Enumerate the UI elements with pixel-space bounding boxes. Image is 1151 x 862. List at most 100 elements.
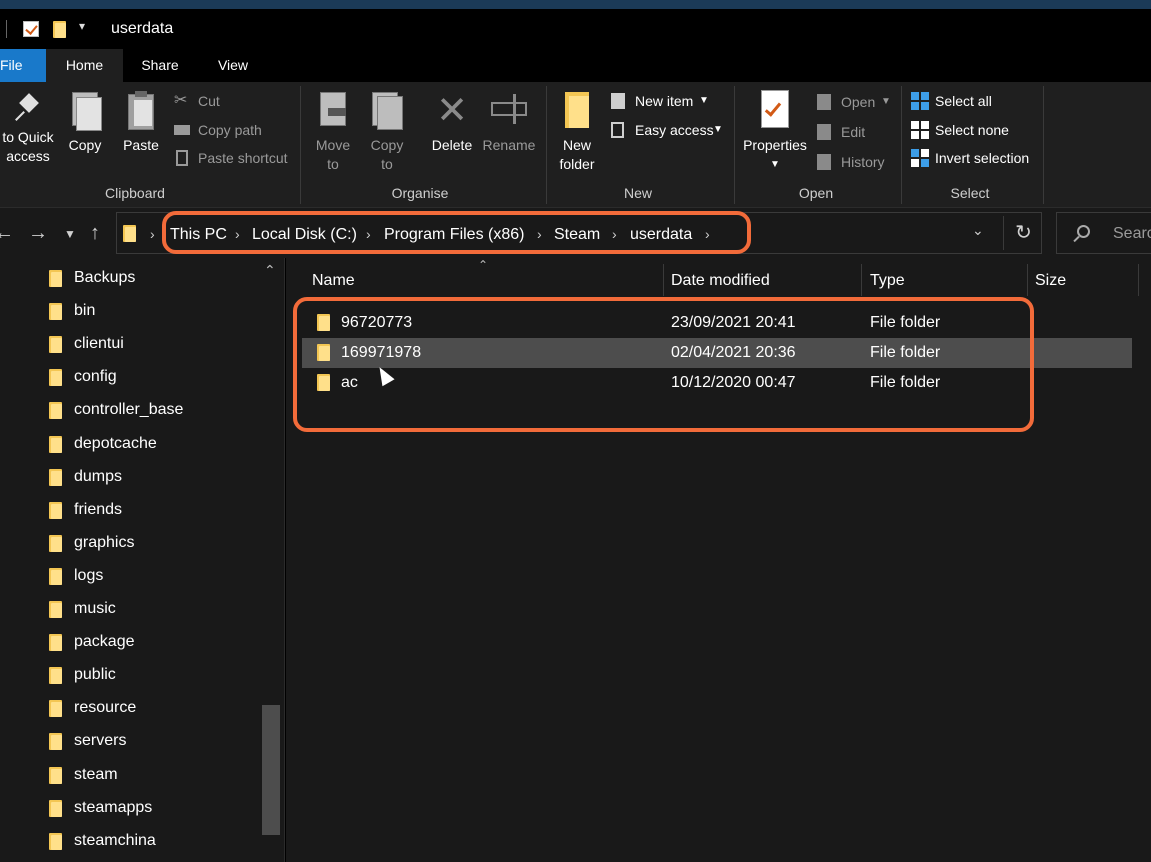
- up-arrow-icon[interactable]: ↑: [90, 222, 100, 245]
- file-type: File folder: [870, 314, 941, 331]
- nav-item[interactable]: public: [0, 661, 260, 691]
- delete-x-icon: ✕: [436, 90, 468, 132]
- breadcrumb-chevron-icon[interactable]: ›: [366, 226, 371, 242]
- nav-item[interactable]: dumps: [0, 463, 260, 493]
- forward-arrow-icon[interactable]: →: [28, 222, 48, 245]
- nav-item[interactable]: bin: [0, 297, 260, 327]
- nav-item[interactable]: steam: [0, 761, 260, 791]
- folder-icon: [49, 534, 62, 552]
- refresh-icon[interactable]: ↻: [1003, 216, 1043, 250]
- column-type[interactable]: Type: [870, 272, 905, 290]
- tab-view[interactable]: View: [197, 49, 269, 82]
- tab-file[interactable]: File: [0, 49, 46, 82]
- easy-access-icon: [611, 122, 624, 138]
- nav-item[interactable]: steamapps: [0, 794, 260, 824]
- title-bar: ▾ userdata: [0, 9, 1151, 49]
- column-divider[interactable]: [1138, 264, 1139, 296]
- nav-scrollbar[interactable]: ⌃: [260, 258, 282, 862]
- file-row[interactable]: 169971978 02/04/2021 20:36 File folder: [302, 338, 1132, 368]
- file-name: ac: [341, 374, 358, 391]
- file-date-modified: 10/12/2020 00:47: [671, 374, 796, 391]
- breadcrumb-chevron-icon[interactable]: ›: [705, 226, 710, 242]
- cut-label: Cut: [198, 93, 220, 109]
- move-to-label-line1: Move: [315, 137, 351, 153]
- properties-quick-icon[interactable]: [23, 21, 39, 37]
- file-list-pane: ⌃ Name Date modified Type Size 96720773 2…: [286, 258, 1151, 862]
- breadcrumb-this-pc[interactable]: This PC: [170, 226, 227, 244]
- window-top-strip: [0, 0, 1151, 9]
- address-folder-icon: [123, 225, 136, 242]
- open-label: Open: [841, 94, 876, 110]
- nav-item[interactable]: package: [0, 628, 260, 658]
- breadcrumb-userdata[interactable]: userdata: [630, 226, 692, 244]
- nav-item[interactable]: steamchina: [0, 827, 260, 857]
- column-divider[interactable]: [861, 264, 862, 296]
- copy-button[interactable]: Copy: [62, 90, 108, 155]
- customize-toolbar-chevron-icon[interactable]: ▾: [79, 19, 85, 33]
- rename-label: Rename: [482, 137, 536, 153]
- back-arrow-icon[interactable]: ←: [0, 222, 14, 245]
- pin-to-quick-access-button[interactable]: to Quick access: [0, 90, 62, 166]
- tab-share[interactable]: Share: [123, 49, 197, 82]
- move-to-button[interactable]: Move to: [310, 90, 356, 174]
- group-separator: [734, 86, 735, 204]
- scroll-up-icon[interactable]: ⌃: [264, 262, 276, 279]
- column-size[interactable]: Size: [1035, 272, 1066, 290]
- recent-locations-chevron-icon[interactable]: ▼: [64, 227, 76, 241]
- invert-selection-icon: [911, 149, 929, 167]
- copy-to-icon: [370, 90, 404, 132]
- file-row[interactable]: ac 10/12/2020 00:47 File folder: [302, 368, 1132, 398]
- column-divider[interactable]: [1027, 264, 1028, 296]
- file-name: 96720773: [341, 314, 413, 331]
- nav-item[interactable]: config: [0, 363, 260, 393]
- nav-item[interactable]: clientui: [0, 330, 260, 360]
- nav-item[interactable]: friends: [0, 496, 260, 526]
- copy-to-button[interactable]: Copy to: [364, 90, 410, 174]
- column-date-modified[interactable]: Date modified: [671, 272, 770, 290]
- edit-icon: [817, 124, 831, 140]
- tab-home[interactable]: Home: [46, 49, 123, 82]
- nav-item-label: depotcache: [74, 434, 157, 452]
- nav-item-label: steamapps: [74, 798, 153, 816]
- paste-button[interactable]: Paste: [118, 90, 164, 155]
- folder-icon: [49, 336, 62, 354]
- copy-to-label-line2: to: [381, 156, 393, 172]
- nav-item[interactable]: music: [0, 595, 260, 625]
- copy-label: Copy: [68, 137, 102, 153]
- breadcrumb-program-files[interactable]: Program Files (x86): [384, 226, 524, 244]
- nav-item[interactable]: resource: [0, 694, 260, 724]
- breadcrumb-chevron-icon[interactable]: ›: [537, 226, 542, 242]
- nav-item-label: clientui: [74, 335, 124, 353]
- folder-icon: [49, 634, 62, 652]
- breadcrumb-steam[interactable]: Steam: [554, 226, 600, 244]
- rename-button[interactable]: Rename: [480, 90, 538, 155]
- breadcrumb-chevron-icon[interactable]: ›: [235, 226, 240, 242]
- new-folder-quick-icon[interactable]: [53, 21, 66, 43]
- file-type: File folder: [870, 374, 941, 391]
- file-type: File folder: [870, 344, 941, 361]
- column-divider[interactable]: [663, 264, 664, 296]
- select-group-label: Select: [950, 185, 990, 201]
- nav-item-label: config: [74, 368, 117, 386]
- nav-item[interactable]: graphics: [0, 529, 260, 559]
- nav-item-label: steam: [74, 765, 118, 783]
- nav-item[interactable]: Backups: [0, 264, 260, 294]
- address-dropdown-icon[interactable]: ⌄: [972, 222, 984, 239]
- nav-item[interactable]: depotcache: [0, 430, 260, 460]
- file-row[interactable]: 96720773 23/09/2021 20:41 File folder: [302, 308, 1132, 338]
- nav-item[interactable]: logs: [0, 562, 260, 592]
- scrollbar-thumb[interactable]: [262, 705, 280, 835]
- nav-item[interactable]: servers: [0, 727, 260, 757]
- nav-item-label: controller_base: [74, 401, 184, 419]
- breadcrumb-chevron-icon[interactable]: ›: [150, 226, 155, 242]
- delete-button[interactable]: ✕ Delete: [428, 90, 476, 155]
- nav-item-label: Backups: [74, 269, 136, 286]
- breadcrumb-local-disk[interactable]: Local Disk (C:): [252, 226, 357, 244]
- properties-button[interactable]: Properties ▼: [740, 90, 810, 174]
- column-name[interactable]: Name: [312, 272, 355, 290]
- address-box[interactable]: › This PC › Local Disk (C:) › Program Fi…: [116, 212, 1042, 254]
- breadcrumb-chevron-icon[interactable]: ›: [612, 226, 617, 242]
- nav-item[interactable]: controller_base: [0, 396, 260, 426]
- new-folder-button[interactable]: New folder: [553, 90, 601, 174]
- search-input[interactable]: Searc: [1056, 212, 1151, 254]
